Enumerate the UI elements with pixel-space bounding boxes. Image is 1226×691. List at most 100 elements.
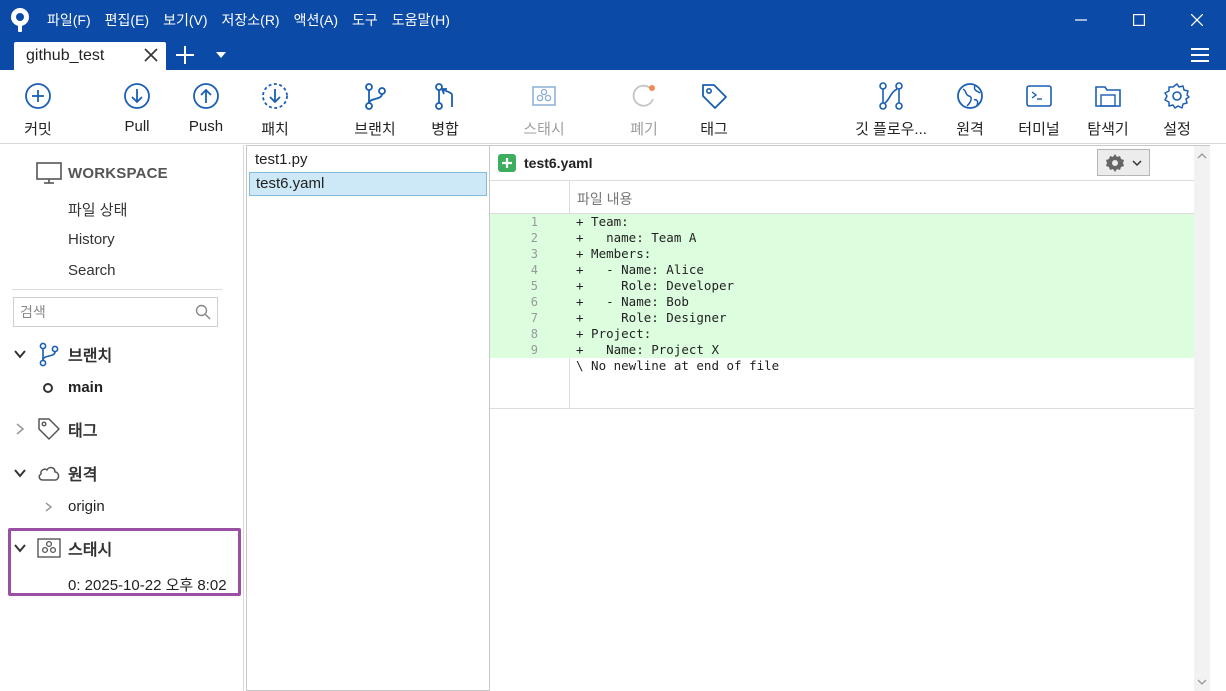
stash-icon bbox=[532, 86, 556, 106]
sidebar-search-input[interactable] bbox=[14, 298, 184, 326]
remote-item-origin[interactable]: origin bbox=[42, 498, 105, 515]
pull-arrow-down-icon bbox=[124, 83, 150, 109]
current-branch-icon bbox=[43, 382, 53, 393]
diff-line: 8 + Project: bbox=[490, 326, 1204, 342]
branch-icon bbox=[365, 83, 386, 110]
toolbar: 커밋 Pull Push 패치 브랜치 병합 스태시 폐기 태그 깃 플로우..… bbox=[0, 70, 1226, 144]
tab-dropdown-icon[interactable] bbox=[214, 49, 228, 61]
sidebar-item-file-status[interactable]: 파일 상태 bbox=[68, 199, 127, 220]
tab-bar: github_test bbox=[0, 40, 1226, 70]
hunk-title: 파일 내용 bbox=[577, 191, 633, 207]
remote-button[interactable]: 원격 bbox=[942, 70, 998, 144]
remote-name: origin bbox=[68, 498, 105, 515]
menu-tools[interactable]: 도구 bbox=[345, 0, 385, 40]
merge-icon bbox=[435, 83, 453, 110]
gear-icon bbox=[1105, 153, 1124, 172]
pull-button[interactable]: Pull bbox=[110, 70, 164, 144]
push-button[interactable]: Push bbox=[179, 70, 233, 144]
sidebar-item-search[interactable]: Search bbox=[68, 262, 116, 279]
chevron-right-icon bbox=[45, 501, 53, 512]
scroll-up-icon[interactable] bbox=[1197, 152, 1207, 160]
workspace-header: WORKSPACE bbox=[36, 161, 168, 185]
maximize-icon bbox=[1133, 14, 1145, 26]
stash-highlight-box bbox=[8, 528, 241, 596]
diff-scrollbar[interactable] bbox=[1194, 146, 1210, 691]
git-flow-icon bbox=[879, 82, 903, 110]
settings-button[interactable]: 설정 bbox=[1150, 70, 1204, 144]
folder-icon bbox=[1095, 86, 1121, 107]
commit-plus-icon bbox=[25, 83, 51, 109]
branches-section-header[interactable]: 브랜치 bbox=[12, 341, 112, 367]
new-tab-icon[interactable] bbox=[174, 44, 196, 66]
menu-repository[interactable]: 저장소(R) bbox=[215, 0, 287, 40]
repo-tab[interactable]: github_test bbox=[14, 42, 166, 70]
commit-button[interactable]: 커밋 bbox=[10, 70, 66, 144]
diff-line: 4 + - Name: Alice bbox=[490, 262, 1204, 278]
file-list: test1.py test6.yaml bbox=[246, 145, 490, 691]
branch-name: main bbox=[68, 379, 104, 396]
file-added-icon bbox=[498, 154, 516, 172]
git-flow-button[interactable]: 깃 플로우... bbox=[848, 70, 934, 144]
monitor-icon bbox=[36, 162, 62, 184]
chevron-right-icon bbox=[16, 423, 25, 435]
menu-help[interactable]: 도움말(H) bbox=[385, 0, 457, 40]
branch-item-main[interactable]: main bbox=[42, 379, 103, 396]
close-window-button[interactable] bbox=[1168, 0, 1226, 40]
fetch-button[interactable]: 패치 bbox=[248, 70, 302, 144]
file-row-test6-selected[interactable]: test6.yaml bbox=[249, 172, 487, 196]
diff-line: 1 + Team: bbox=[490, 214, 1204, 230]
diff-options-dropdown[interactable] bbox=[1097, 149, 1150, 176]
hunk-bottom-divider bbox=[490, 408, 1204, 409]
sourcetree-logo-icon bbox=[0, 0, 40, 40]
close-icon bbox=[1191, 14, 1203, 26]
diff-line: 2 + name: Team A bbox=[490, 230, 1204, 246]
repo-tab-title: github_test bbox=[26, 47, 105, 64]
discard-button[interactable]: 폐기 bbox=[616, 70, 672, 144]
tag-icon bbox=[702, 84, 727, 109]
scroll-down-icon[interactable] bbox=[1197, 678, 1207, 686]
menu-edit[interactable]: 편집(E) bbox=[98, 0, 156, 40]
chevron-down-icon bbox=[14, 350, 26, 359]
push-arrow-up-icon bbox=[193, 83, 219, 109]
tab-close-icon[interactable] bbox=[142, 46, 160, 64]
tag-button[interactable]: 태그 bbox=[686, 70, 742, 144]
title-bar: 파일(F) 편집(E) 보기(V) 저장소(R) 액션(A) 도구 도움말(H) bbox=[0, 0, 1226, 40]
sidebar-divider bbox=[12, 289, 222, 290]
sidebar: WORKSPACE 파일 상태 History Search 브랜치 main … bbox=[0, 145, 244, 691]
explorer-button[interactable]: 탐색기 bbox=[1078, 70, 1138, 144]
diff-filename: test6.yaml bbox=[524, 155, 593, 171]
tag-icon bbox=[38, 418, 60, 440]
menu-file[interactable]: 파일(F) bbox=[40, 0, 98, 40]
hunk-header: 파일 내용 bbox=[490, 180, 1204, 214]
diff-panel: test6.yaml 파일 내용 1 + Team: 2 + name: Team … bbox=[490, 145, 1210, 691]
branch-icon bbox=[39, 342, 59, 367]
chevron-down-icon bbox=[14, 469, 26, 478]
fetch-icon bbox=[262, 83, 288, 109]
globe-icon bbox=[957, 83, 983, 109]
gear-icon bbox=[1164, 83, 1190, 109]
remotes-section-header[interactable]: 원격 bbox=[12, 460, 97, 486]
menu-bar: 파일(F) 편집(E) 보기(V) 저장소(R) 액션(A) 도구 도움말(H) bbox=[40, 0, 457, 40]
tags-section-header[interactable]: 태그 bbox=[12, 416, 97, 442]
menu-actions[interactable]: 액션(A) bbox=[287, 0, 345, 40]
diff-no-newline-line: \ No newline at end of file bbox=[576, 358, 780, 373]
branch-button[interactable]: 브랜치 bbox=[346, 70, 404, 144]
minimize-button[interactable] bbox=[1052, 0, 1110, 40]
diff-line: 5 + Role: Developer bbox=[490, 278, 1204, 294]
stash-button[interactable]: 스태시 bbox=[514, 70, 574, 144]
menu-view[interactable]: 보기(V) bbox=[156, 0, 214, 40]
hamburger-menu-icon[interactable] bbox=[1190, 45, 1210, 65]
maximize-button[interactable] bbox=[1110, 0, 1168, 40]
merge-button[interactable]: 병합 bbox=[417, 70, 473, 144]
terminal-button[interactable]: 터미널 bbox=[1010, 70, 1068, 144]
sidebar-item-history[interactable]: History bbox=[68, 231, 115, 248]
chevron-down-icon bbox=[1131, 159, 1142, 166]
discard-refresh-icon bbox=[632, 84, 655, 107]
diff-line: 3 + Members: bbox=[490, 246, 1204, 262]
diff-line: 9 + Name: Project X bbox=[490, 342, 1204, 358]
sidebar-search-box bbox=[13, 297, 218, 327]
search-icon[interactable] bbox=[195, 304, 211, 320]
diff-line: 6 + - Name: Bob bbox=[490, 294, 1204, 310]
file-row-test1[interactable]: test1.py bbox=[249, 148, 487, 172]
terminal-icon bbox=[1026, 85, 1052, 107]
